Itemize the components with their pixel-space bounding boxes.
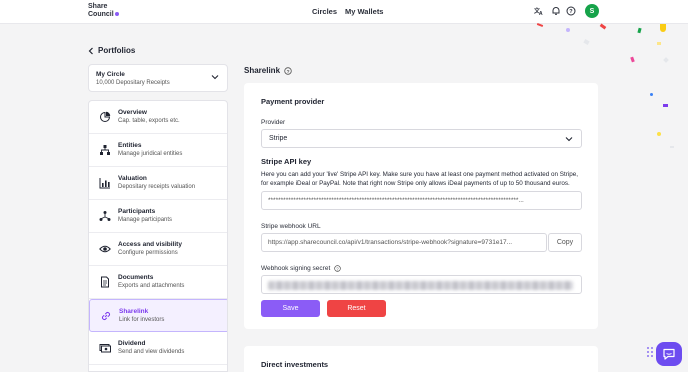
chevron-down-icon [565,137,573,142]
webhook-url-input[interactable]: https://app.sharecouncil.co/api/v1/trans… [261,233,547,252]
svg-text:?: ? [287,69,290,75]
logo-dot [114,11,119,16]
org-chart-icon [100,145,110,155]
direct-investments-card: Direct investments [244,346,598,372]
circle-name: My Circle [96,71,125,78]
save-button[interactable]: Save [261,300,320,317]
signing-secret-label: Webhook signing secret ? [261,265,342,272]
api-key-input[interactable]: ****************************************… [261,191,582,210]
svg-text:?: ? [337,266,340,271]
sidebar-item-access[interactable]: Access and visibility Configure permissi… [89,233,227,266]
drag-handle-icon[interactable] [646,346,654,358]
signing-secret-input[interactable] [261,275,582,294]
share-council-logo[interactable]: Share Council [88,3,119,18]
reset-button[interactable]: Reset [327,300,386,317]
sidebar-item-sharelink[interactable]: Sharelink Link for investors [89,299,227,332]
svg-text:A: A [539,11,543,16]
eye-icon [99,245,111,253]
payment-provider-card: Payment provider Provider Stripe Stripe … [244,83,598,329]
top-bar: Share Council Circles My Wallets 文A ? S [0,0,688,24]
chevron-down-icon [211,75,219,80]
info-icon[interactable]: ? [334,265,342,272]
provider-label: Provider [261,119,286,126]
money-icon [99,344,111,353]
chat-bubble-icon [663,348,675,360]
translate-icon[interactable]: 文A [534,6,544,16]
sidebar-item-entities[interactable]: Entities Manage juridical entities [89,134,227,167]
notification-bell-icon[interactable] [551,6,561,16]
payment-provider-heading: Payment provider [261,97,325,106]
help-icon[interactable]: ? [566,6,576,16]
sidebar-item-participants[interactable]: Participants Manage participants [89,200,227,233]
user-avatar[interactable]: S [585,4,599,18]
blurred-secret [268,281,573,290]
page-title: Sharelink ? [244,66,292,75]
sidebar-item-overview[interactable]: Overview Cap. table, exports etc. [89,101,227,134]
direct-investments-heading: Direct investments [261,360,329,369]
bar-chart-icon [99,178,110,189]
circle-selector[interactable]: My Circle 10,000 Depositary Receipts [88,64,228,92]
nav-my-wallets[interactable]: My Wallets [345,7,383,16]
api-key-description: Here you can add your 'live' Stripe API … [261,171,578,187]
circle-subtitle: 10,000 Depositary Receipts [96,80,170,86]
pie-chart-icon [100,111,111,122]
sidebar-item-documents[interactable]: Documents Exports and attachments [89,266,227,299]
link-icon [101,311,111,321]
chat-support-button[interactable] [656,342,682,366]
back-to-portfolios[interactable]: Portfolios [88,46,135,55]
network-icon [99,211,111,221]
copy-button[interactable]: Copy [548,233,582,252]
sidebar: Overview Cap. table, exports etc. Entiti… [88,100,228,372]
nav-circles[interactable]: Circles [312,7,337,16]
api-key-heading: Stripe API key [261,157,312,166]
webhook-url-label: Stripe webhook URL [261,223,321,230]
provider-select[interactable]: Stripe [261,129,582,148]
info-icon[interactable]: ? [284,66,292,75]
document-icon [101,276,109,288]
sidebar-item-valuation[interactable]: Valuation Depositary receipts valuation [89,167,227,200]
chevron-left-icon [88,47,93,54]
sidebar-item-dividend[interactable]: Dividend Send and view dividends [89,332,227,365]
